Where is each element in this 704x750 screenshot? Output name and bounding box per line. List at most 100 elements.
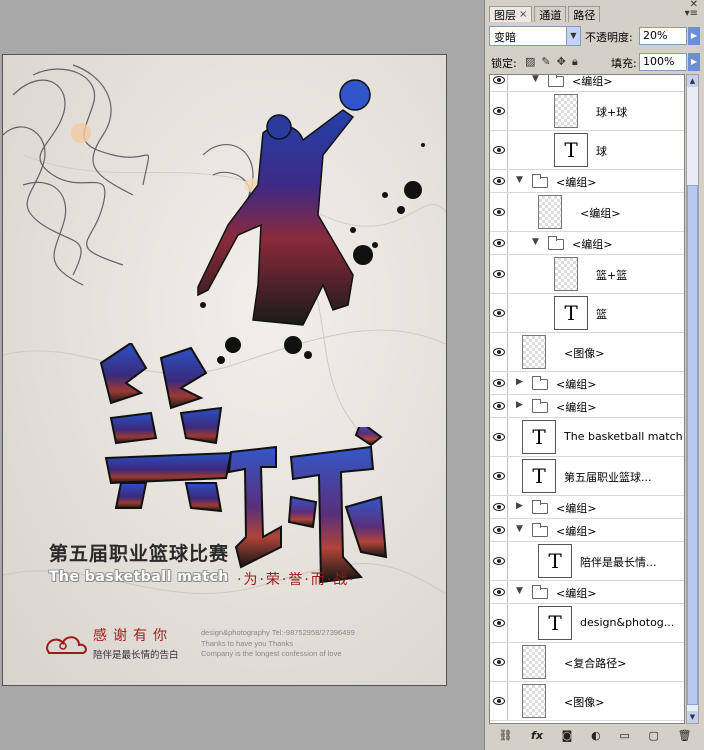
lock-paint-icon[interactable]: ✎: [541, 55, 550, 69]
visibility-eye-icon[interactable]: [490, 604, 508, 642]
visibility-eye-icon[interactable]: [490, 333, 508, 371]
expand-down-icon[interactable]: ▼: [516, 586, 523, 596]
lock-all-icon[interactable]: 🔒︎: [572, 55, 578, 69]
visibility-eye-icon[interactable]: [490, 193, 508, 231]
layer-row[interactable]: ▶ <编组>: [490, 395, 684, 418]
layer-row[interactable]: ▶ <编组>: [490, 496, 684, 519]
visibility-eye-icon[interactable]: [490, 232, 508, 254]
layer-row[interactable]: Tdesign&photog...: [490, 604, 684, 643]
qiu-character-art: [227, 427, 388, 584]
layers-bottom-toolbar: ⛓ fx ◙ ◐ ▭ ▢ 🗑︎: [489, 726, 701, 744]
layer-row[interactable]: ▼ <编组>: [490, 232, 684, 255]
expand-right-icon[interactable]: ▶: [516, 400, 523, 410]
layer-name: <编组>: [556, 401, 597, 414]
adjustment-icon[interactable]: ◐: [591, 729, 601, 742]
poster-slogan: ·为·荣·誉·而·战·: [237, 572, 356, 588]
new-group-icon[interactable]: ▭: [619, 729, 629, 742]
layer-row[interactable]: T 第五届职业篮球...: [490, 457, 684, 496]
text-layer-thumbnail: T: [522, 420, 556, 454]
folder-icon: [548, 236, 564, 250]
expand-down-icon[interactable]: ▼: [532, 237, 539, 247]
document-canvas[interactable]: 第五届职业篮球比赛 The basketball match ·为·荣·誉·而·…: [2, 54, 447, 686]
layer-row[interactable]: T 陪伴是最长情...: [490, 542, 684, 581]
visibility-eye-icon[interactable]: [490, 92, 508, 130]
link-icon[interactable]: ⛓: [498, 729, 512, 742]
close-tab-icon[interactable]: ×: [519, 9, 527, 20]
expand-down-icon[interactable]: ▼: [516, 175, 523, 185]
layers-panel: ✕ 图层 × 通道 路径 ▾≡ 变暗 ▼ 不透明度: 20% ▶ 锁定: ▨ ✎…: [484, 0, 704, 750]
poster-credit-line3: Company is the longest confession of lov…: [201, 649, 342, 658]
blend-mode-select[interactable]: 变暗 ▼: [489, 26, 581, 46]
layer-row[interactable]: 篮+篮: [490, 255, 684, 294]
visibility-eye-icon[interactable]: [490, 643, 508, 681]
chevron-down-icon[interactable]: ▼: [566, 27, 580, 45]
lock-move-icon[interactable]: ✥: [557, 55, 566, 69]
visibility-eye-icon[interactable]: [490, 581, 508, 603]
lock-label: 锁定:: [491, 57, 517, 70]
layer-row[interactable]: ▼ <编组>: [490, 519, 684, 542]
layer-row[interactable]: <编组>: [490, 193, 684, 232]
lock-transparency-icon[interactable]: ▨: [525, 55, 535, 69]
layer-row[interactable]: ▶ <编组>: [490, 372, 684, 395]
poster-credit-line1: design&photography Tel:-98752958/2739649…: [201, 628, 355, 637]
layer-name: 篮+篮: [596, 269, 628, 282]
poster-title-en: The basketball match: [49, 569, 229, 585]
mask-icon[interactable]: ◙: [562, 729, 573, 742]
text-layer-thumbnail: T: [538, 606, 572, 640]
scroll-thumb[interactable]: [687, 185, 698, 705]
visibility-eye-icon[interactable]: [490, 496, 508, 518]
layer-row[interactable]: 球+球: [490, 92, 684, 131]
expand-down-icon[interactable]: ▼: [532, 75, 539, 84]
layer-thumbnail: [522, 335, 546, 369]
visibility-eye-icon[interactable]: [490, 418, 508, 456]
visibility-eye-icon[interactable]: [490, 131, 508, 169]
layer-row[interactable]: <图像>: [490, 682, 684, 721]
layer-row[interactable]: ▼ <编组>: [490, 170, 684, 193]
fill-input[interactable]: 100%: [639, 53, 687, 71]
layer-row[interactable]: <图像>: [490, 333, 684, 372]
visibility-eye-icon[interactable]: [490, 457, 508, 495]
visibility-eye-icon[interactable]: [490, 170, 508, 192]
new-layer-icon[interactable]: ▢: [649, 729, 659, 742]
layer-row[interactable]: <复合路径>: [490, 643, 684, 682]
layer-thumbnail: [554, 257, 578, 291]
expand-right-icon[interactable]: ▶: [516, 501, 523, 511]
visibility-eye-icon[interactable]: [490, 542, 508, 580]
opacity-slider-arrow-icon[interactable]: ▶: [688, 27, 700, 45]
visibility-eye-icon[interactable]: [490, 294, 508, 332]
tab-layers[interactable]: 图层 ×: [489, 6, 533, 22]
layer-row[interactable]: T球: [490, 131, 684, 170]
tab-paths[interactable]: 路径: [568, 6, 601, 22]
panel-menu-icon[interactable]: ▾≡: [685, 8, 698, 19]
layers-scrollbar[interactable]: ▲ ▼: [686, 74, 699, 724]
fx-icon[interactable]: fx: [531, 729, 543, 742]
visibility-eye-icon[interactable]: [490, 519, 508, 541]
fill-slider-arrow-icon[interactable]: ▶: [688, 53, 700, 71]
layer-row[interactable]: ▼ <编组>: [490, 581, 684, 604]
visibility-eye-icon[interactable]: [490, 372, 508, 394]
expand-right-icon[interactable]: ▶: [516, 377, 523, 387]
tab-paths-label: 路径: [573, 8, 596, 22]
visibility-eye-icon[interactable]: [490, 255, 508, 293]
visibility-eye-icon[interactable]: [490, 682, 508, 720]
layers-list[interactable]: ▼ <编组> 球+球 T 球 ▼ <编组> <编组> ▼ <编组> 篮+篮 T 篮 <图像> ▶ <编组> ▶ <…: [489, 74, 685, 724]
trash-icon[interactable]: 🗑︎: [678, 729, 692, 742]
folder-icon: [532, 500, 548, 514]
opacity-input[interactable]: 20%: [639, 27, 687, 45]
layer-name: <编组>: [556, 176, 597, 189]
visibility-eye-icon[interactable]: [490, 395, 508, 417]
visibility-eye-icon[interactable]: [490, 75, 508, 91]
tab-channels[interactable]: 通道: [534, 6, 567, 22]
tab-channels-label: 通道: [539, 8, 562, 22]
folder-icon: [532, 585, 548, 599]
expand-down-icon[interactable]: ▼: [516, 524, 523, 534]
fill-label: 填充:: [611, 57, 637, 70]
scroll-down-icon[interactable]: ▼: [687, 711, 698, 723]
layer-row[interactable]: T The basketball match: [490, 418, 684, 457]
layer-row[interactable]: ▼ <编组>: [490, 75, 684, 92]
layer-name: 篮: [596, 308, 607, 321]
layer-name: <编组>: [556, 587, 597, 600]
layer-row[interactable]: T篮: [490, 294, 684, 333]
lan-character-art: [99, 343, 233, 513]
scroll-up-icon[interactable]: ▲: [687, 75, 698, 87]
